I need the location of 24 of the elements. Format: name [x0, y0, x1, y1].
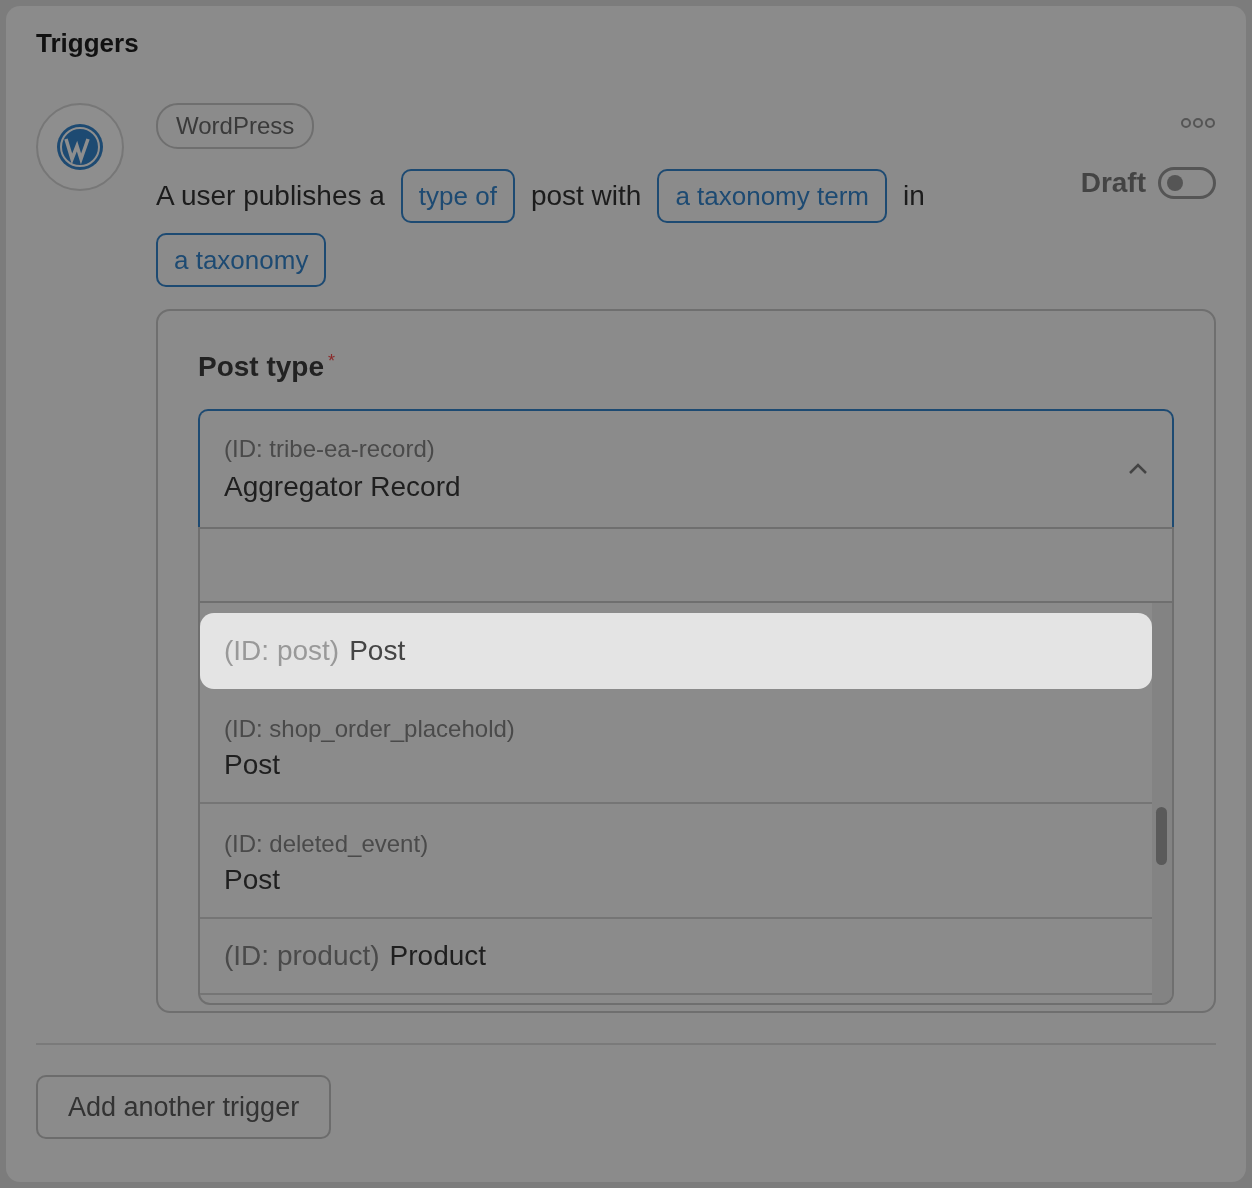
search-field[interactable] — [198, 527, 1174, 603]
sentence-text: post with — [530, 179, 642, 213]
scrollbar[interactable] — [1152, 603, 1172, 1003]
sentence-token[interactable]: a taxonomy — [156, 233, 327, 287]
sentence-text: in — [903, 179, 925, 213]
add-trigger-button[interactable]: Add another trigger — [36, 1075, 332, 1139]
section-title: Triggers — [36, 28, 140, 59]
app-tag: WordPress — [156, 103, 315, 149]
required-mark: * — [328, 351, 336, 372]
field-label: Post type — [198, 351, 325, 383]
post-type-select[interactable]: (ID: tribe-ea-record) Aggregator Record — [198, 409, 1174, 527]
selected-value: Aggregator Record — [224, 471, 461, 503]
more-options-icon[interactable] — [1180, 117, 1216, 129]
wordpress-logo-icon — [55, 122, 105, 172]
sentence-token[interactable]: type of — [400, 169, 515, 223]
option-item[interactable]: (ID: post) Post — [200, 613, 1152, 689]
option-item[interactable]: (ID: product) Product — [200, 919, 1152, 995]
sentence-text: A user publishes a — [156, 179, 385, 213]
selected-id: (ID: tribe-ea-record) — [224, 435, 436, 463]
sentence-token[interactable]: a taxonomy term — [657, 169, 887, 223]
status-label: Draft — [1080, 167, 1146, 199]
option-item[interactable]: (ID: deleted_event) Post — [200, 804, 1152, 919]
option-item[interactable]: (ID: shop_order_placehold) Post — [200, 689, 1152, 804]
status-toggle[interactable] — [1158, 167, 1216, 199]
